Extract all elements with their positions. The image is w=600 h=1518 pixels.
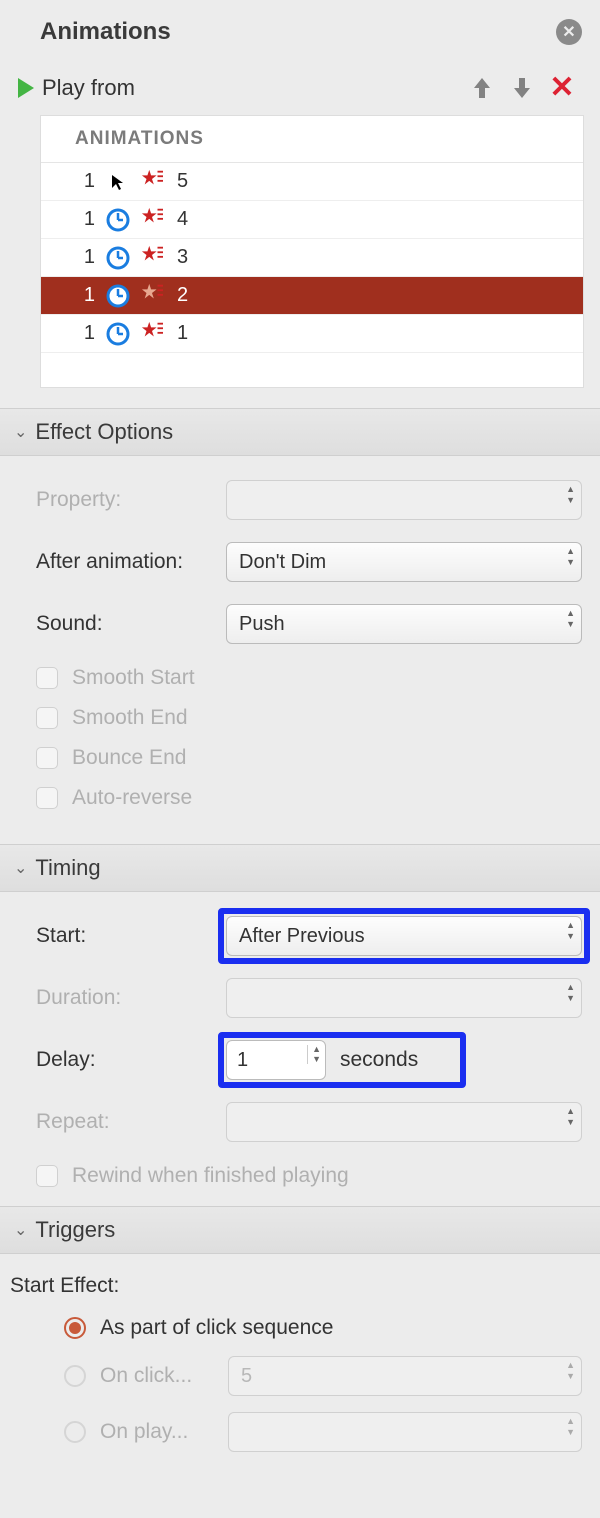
order-number: 1 <box>79 246 95 269</box>
start-highlight: After Previous▲▼ <box>218 908 590 964</box>
bounce-end-checkbox: Bounce End <box>36 746 582 770</box>
property-dropdown: ▲▼ <box>226 480 582 520</box>
radio-on-play: On play... ▲▼ <box>10 1412 582 1452</box>
close-button[interactable]: ✕ <box>556 19 582 45</box>
order-number: 1 <box>79 284 95 307</box>
property-label: Property: <box>36 488 226 512</box>
play-from-label: Play from <box>42 75 135 101</box>
item-label: 3 <box>177 246 188 269</box>
duration-label: Duration: <box>36 986 226 1010</box>
delay-highlight: 1▲▼ seconds <box>218 1032 466 1088</box>
item-label: 2 <box>177 284 188 307</box>
list-item[interactable]: 1 1 <box>41 315 583 353</box>
section-title: Timing <box>35 855 100 881</box>
smooth-start-checkbox: Smooth Start <box>36 666 582 690</box>
delete-button[interactable]: ✕ <box>542 70 582 105</box>
delay-label: Delay: <box>36 1048 226 1072</box>
radio-icon <box>64 1421 86 1443</box>
section-title: Triggers <box>35 1217 115 1243</box>
rewind-checkbox: Rewind when finished playing <box>36 1164 582 1188</box>
emphasis-icon <box>141 320 163 348</box>
move-down-button[interactable] <box>502 76 542 100</box>
after-animation-dropdown[interactable]: Don't Dim▲▼ <box>226 542 582 582</box>
smooth-end-checkbox: Smooth End <box>36 706 582 730</box>
auto-reverse-checkbox: Auto-reverse <box>36 786 582 810</box>
emphasis-icon <box>141 282 163 310</box>
panel-title: Animations <box>40 18 171 46</box>
list-item[interactable]: 1 5 <box>41 163 583 201</box>
on-click-icon <box>105 169 131 195</box>
after-previous-icon <box>105 207 131 233</box>
play-from-button[interactable]: Play from <box>18 75 135 101</box>
list-item[interactable]: 1 2 <box>41 277 583 315</box>
radio-click-sequence[interactable]: As part of click sequence <box>10 1316 582 1340</box>
triggers-header[interactable]: ⌄ Triggers <box>0 1206 600 1254</box>
start-effect-label: Start Effect: <box>10 1274 582 1298</box>
on-play-target-dropdown: ▲▼ <box>228 1412 582 1452</box>
play-icon <box>18 78 34 98</box>
move-up-button[interactable] <box>462 76 502 100</box>
radio-icon <box>64 1365 86 1387</box>
item-label: 5 <box>177 170 188 193</box>
animation-list: ANIMATIONS 1 5 1 4 1 <box>40 115 584 388</box>
chevron-down-icon: ⌄ <box>14 1220 27 1240</box>
timing-header[interactable]: ⌄ Timing <box>0 844 600 892</box>
chevron-down-icon: ⌄ <box>14 422 27 442</box>
repeat-dropdown: ▲▼ <box>226 1102 582 1142</box>
emphasis-icon <box>141 168 163 196</box>
duration-dropdown: ▲▼ <box>226 978 582 1018</box>
list-item[interactable]: 1 4 <box>41 201 583 239</box>
order-number: 1 <box>79 322 95 345</box>
delay-input[interactable]: 1▲▼ <box>226 1040 326 1080</box>
emphasis-icon <box>141 206 163 234</box>
chevron-down-icon: ⌄ <box>14 858 27 878</box>
radio-on-click[interactable]: On click... 5▲▼ <box>10 1356 582 1396</box>
order-number: 1 <box>79 170 95 193</box>
sound-label: Sound: <box>36 612 226 636</box>
section-title: Effect Options <box>35 419 173 445</box>
after-previous-icon <box>105 245 131 271</box>
start-dropdown[interactable]: After Previous▲▼ <box>226 916 582 956</box>
effect-options-header[interactable]: ⌄ Effect Options <box>0 408 600 456</box>
sound-dropdown[interactable]: Push▲▼ <box>226 604 582 644</box>
radio-icon <box>64 1317 86 1339</box>
list-item[interactable]: 1 3 <box>41 239 583 277</box>
item-label: 1 <box>177 322 188 345</box>
after-animation-label: After animation: <box>36 550 226 574</box>
repeat-label: Repeat: <box>36 1110 226 1134</box>
delay-unit: seconds <box>340 1048 458 1072</box>
after-previous-icon <box>105 321 131 347</box>
after-previous-icon <box>105 283 131 309</box>
order-number: 1 <box>79 208 95 231</box>
on-click-target-dropdown: 5▲▼ <box>228 1356 582 1396</box>
item-label: 4 <box>177 208 188 231</box>
emphasis-icon <box>141 244 163 272</box>
list-header: ANIMATIONS <box>41 116 583 163</box>
start-label: Start: <box>36 924 226 948</box>
